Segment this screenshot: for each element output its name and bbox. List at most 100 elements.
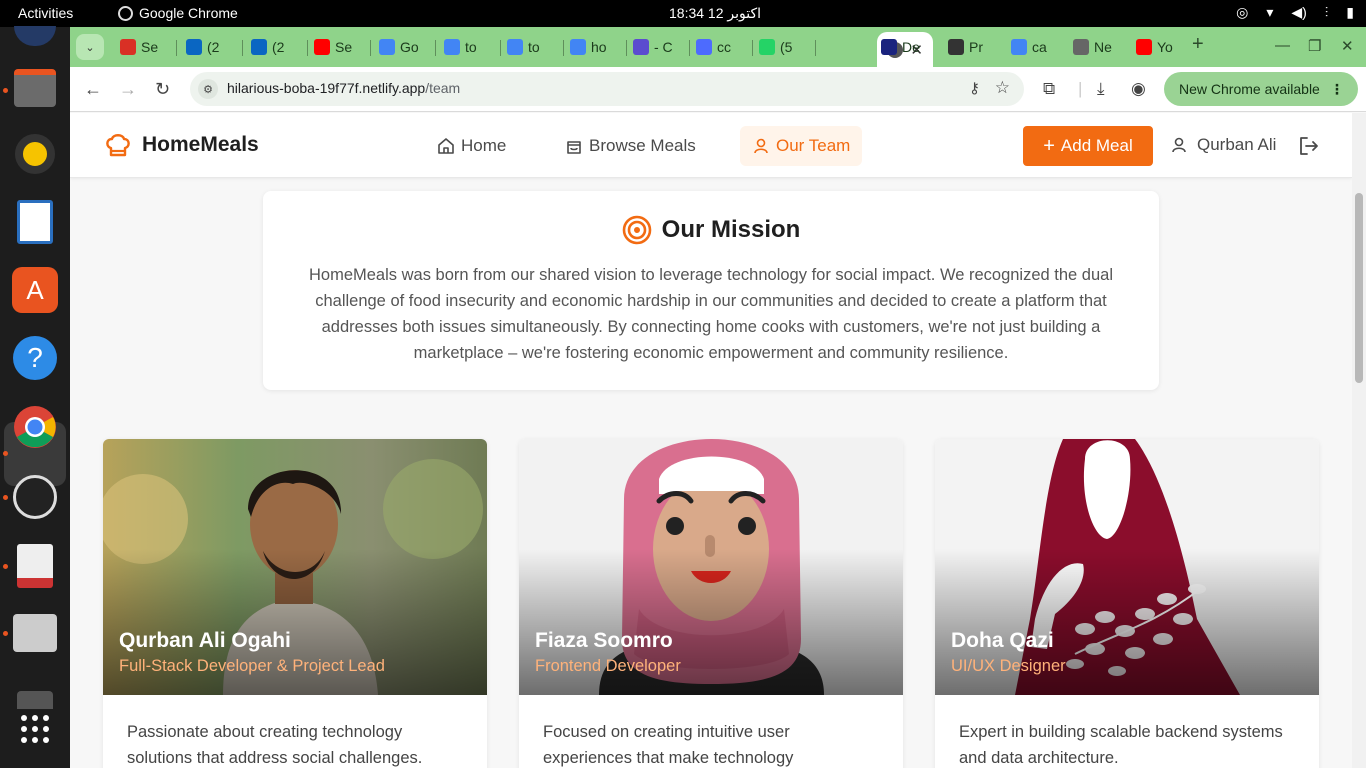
- obs-icon[interactable]: [12, 474, 58, 520]
- browser-tab[interactable]: to: [507, 35, 540, 59]
- user-icon: [1172, 137, 1186, 153]
- brand-name: HomeMeals: [142, 133, 259, 156]
- shopping-bag-icon: [567, 141, 581, 154]
- member-role: UI/UX Designer: [951, 657, 1066, 675]
- wifi-icon[interactable]: ▾: [1266, 4, 1273, 21]
- browser-tab[interactable]: (2: [186, 35, 219, 59]
- chrome-update-button[interactable]: New Chrome available ⋮: [1164, 72, 1358, 106]
- nav-home[interactable]: Home: [429, 126, 514, 166]
- more-menu-icon[interactable]: ⋮: [1330, 81, 1344, 98]
- tab-label: ho: [591, 39, 607, 55]
- deepseek-icon: [696, 39, 712, 55]
- profile-icon[interactable]: ◉: [1131, 79, 1146, 99]
- tab-separator: [370, 40, 371, 56]
- help-icon[interactable]: ?: [12, 335, 58, 381]
- member-bio: Passionate about creating technology sol…: [127, 723, 423, 767]
- browser-tab[interactable]: De: [881, 35, 920, 59]
- tab-separator: [689, 40, 690, 56]
- logout-icon: [1300, 137, 1318, 155]
- tab-label: to: [465, 39, 477, 55]
- browser-tab[interactable]: Go: [379, 35, 419, 59]
- page-scrollbar[interactable]: [1352, 113, 1366, 768]
- url-text[interactable]: hilarious-boba-19f77f.netlify.app/team: [227, 80, 460, 96]
- show-apps-icon[interactable]: [12, 706, 58, 752]
- nav-browse-meals[interactable]: Browse Meals: [557, 126, 704, 166]
- volume-icon[interactable]: ◀): [1291, 4, 1306, 21]
- user-icon: [754, 138, 768, 154]
- browser-tab[interactable]: (2: [251, 35, 284, 59]
- document-viewer-icon[interactable]: [12, 543, 58, 589]
- steam-icon[interactable]: ◎: [1236, 4, 1248, 21]
- browser-tab[interactable]: ho: [570, 35, 607, 59]
- running-indicator: [3, 88, 8, 93]
- image-viewer-icon[interactable]: [12, 610, 58, 656]
- browser-tab[interactable]: ca: [1011, 35, 1047, 59]
- add-meal-button[interactable]: + Add Meal: [1023, 126, 1153, 166]
- member-name: Qurban Ali Ogahi: [119, 629, 291, 652]
- tab-label: De: [902, 39, 920, 55]
- dock-partial-app-icon[interactable]: [12, 13, 58, 59]
- writer-icon[interactable]: [12, 199, 58, 245]
- google-icon: [507, 39, 523, 55]
- extensions-icon[interactable]: ⧉: [1043, 79, 1055, 99]
- browser-tab[interactable]: to: [444, 35, 477, 59]
- nav-team-label: Our Team: [776, 136, 851, 155]
- update-label: New Chrome available: [1179, 81, 1320, 97]
- tab-separator: [752, 40, 753, 56]
- add-meal-label: Add Meal: [1060, 136, 1133, 155]
- reload-button[interactable]: ↻: [155, 79, 170, 100]
- minimize-icon[interactable]: —: [1275, 37, 1290, 54]
- chrome-icon: [14, 406, 56, 448]
- tab-separator: [307, 40, 308, 56]
- chef-hat-icon: [106, 134, 130, 157]
- microphone-icon[interactable]: ⫶: [1325, 4, 1329, 21]
- chrome-icon: [1073, 39, 1089, 55]
- battery-icon[interactable]: ▮: [1346, 4, 1354, 21]
- nav-our-team[interactable]: Our Team: [740, 126, 863, 166]
- tab-separator: [563, 40, 564, 56]
- forward-button[interactable]: →: [119, 79, 137, 100]
- linkedin-icon: [186, 39, 202, 55]
- tab-search-button[interactable]: ⌄: [76, 34, 104, 60]
- scrollbar-thumb[interactable]: [1355, 193, 1363, 383]
- google-icon: [444, 39, 460, 55]
- user-menu[interactable]: Qurban Ali: [1170, 135, 1276, 155]
- system-tray[interactable]: ◎ ▾ ◀) ⫶ ▮: [1236, 4, 1354, 21]
- clock[interactable]: 18:34 12 اکتوبر: [669, 5, 761, 22]
- plus-icon: +: [1043, 134, 1055, 157]
- grid-icon: [21, 715, 49, 743]
- home-icon: [438, 138, 454, 154]
- site-settings-icon[interactable]: ⚙: [198, 79, 218, 99]
- browser-tab[interactable]: cc: [696, 35, 731, 59]
- close-window-icon[interactable]: ✕: [1341, 37, 1354, 55]
- new-tab-button[interactable]: +: [1192, 33, 1204, 56]
- maximize-icon[interactable]: ❐: [1308, 37, 1321, 55]
- key-icon[interactable]: ⚷: [969, 79, 980, 97]
- browser-tab[interactable]: - C: [633, 35, 673, 59]
- browser-tab[interactable]: Yo: [1136, 35, 1173, 59]
- app-center-icon[interactable]: A: [12, 267, 58, 313]
- browser-tab[interactable]: Se: [120, 35, 158, 59]
- brand-logo[interactable]: HomeMeals: [104, 131, 259, 159]
- browser-toolbar: ← → ↻ ⚙ hilarious-boba-19f77f.netlify.ap…: [70, 67, 1366, 112]
- chrome-dock-icon[interactable]: [12, 404, 58, 450]
- tab-label: (5: [780, 39, 793, 55]
- browser-tab[interactable]: Pr: [948, 35, 983, 59]
- dock: A ?: [0, 26, 70, 768]
- files-icon[interactable]: [12, 65, 58, 111]
- tab-label: - C: [654, 39, 673, 55]
- web-page: HomeMeals Home Browse Meals Our Team + A…: [70, 113, 1352, 768]
- address-bar[interactable]: ⚙ hilarious-boba-19f77f.netlify.app/team…: [190, 72, 1024, 106]
- bookmark-star-icon[interactable]: ☆: [995, 78, 1010, 98]
- tab-label: (2: [272, 39, 285, 55]
- mission-heading: Our Mission: [263, 215, 1159, 245]
- browser-tab[interactable]: Se: [314, 35, 352, 59]
- browser-tab[interactable]: Ne: [1073, 35, 1112, 59]
- download-icon[interactable]: ⤓: [1097, 79, 1105, 99]
- rhythmbox-icon[interactable]: [12, 131, 58, 177]
- browser-tab[interactable]: (5: [759, 35, 792, 59]
- tab-label: Se: [141, 39, 159, 55]
- back-button[interactable]: ←: [84, 79, 102, 100]
- app-menu[interactable]: Google Chrome: [118, 5, 238, 21]
- logout-button[interactable]: [1298, 135, 1320, 162]
